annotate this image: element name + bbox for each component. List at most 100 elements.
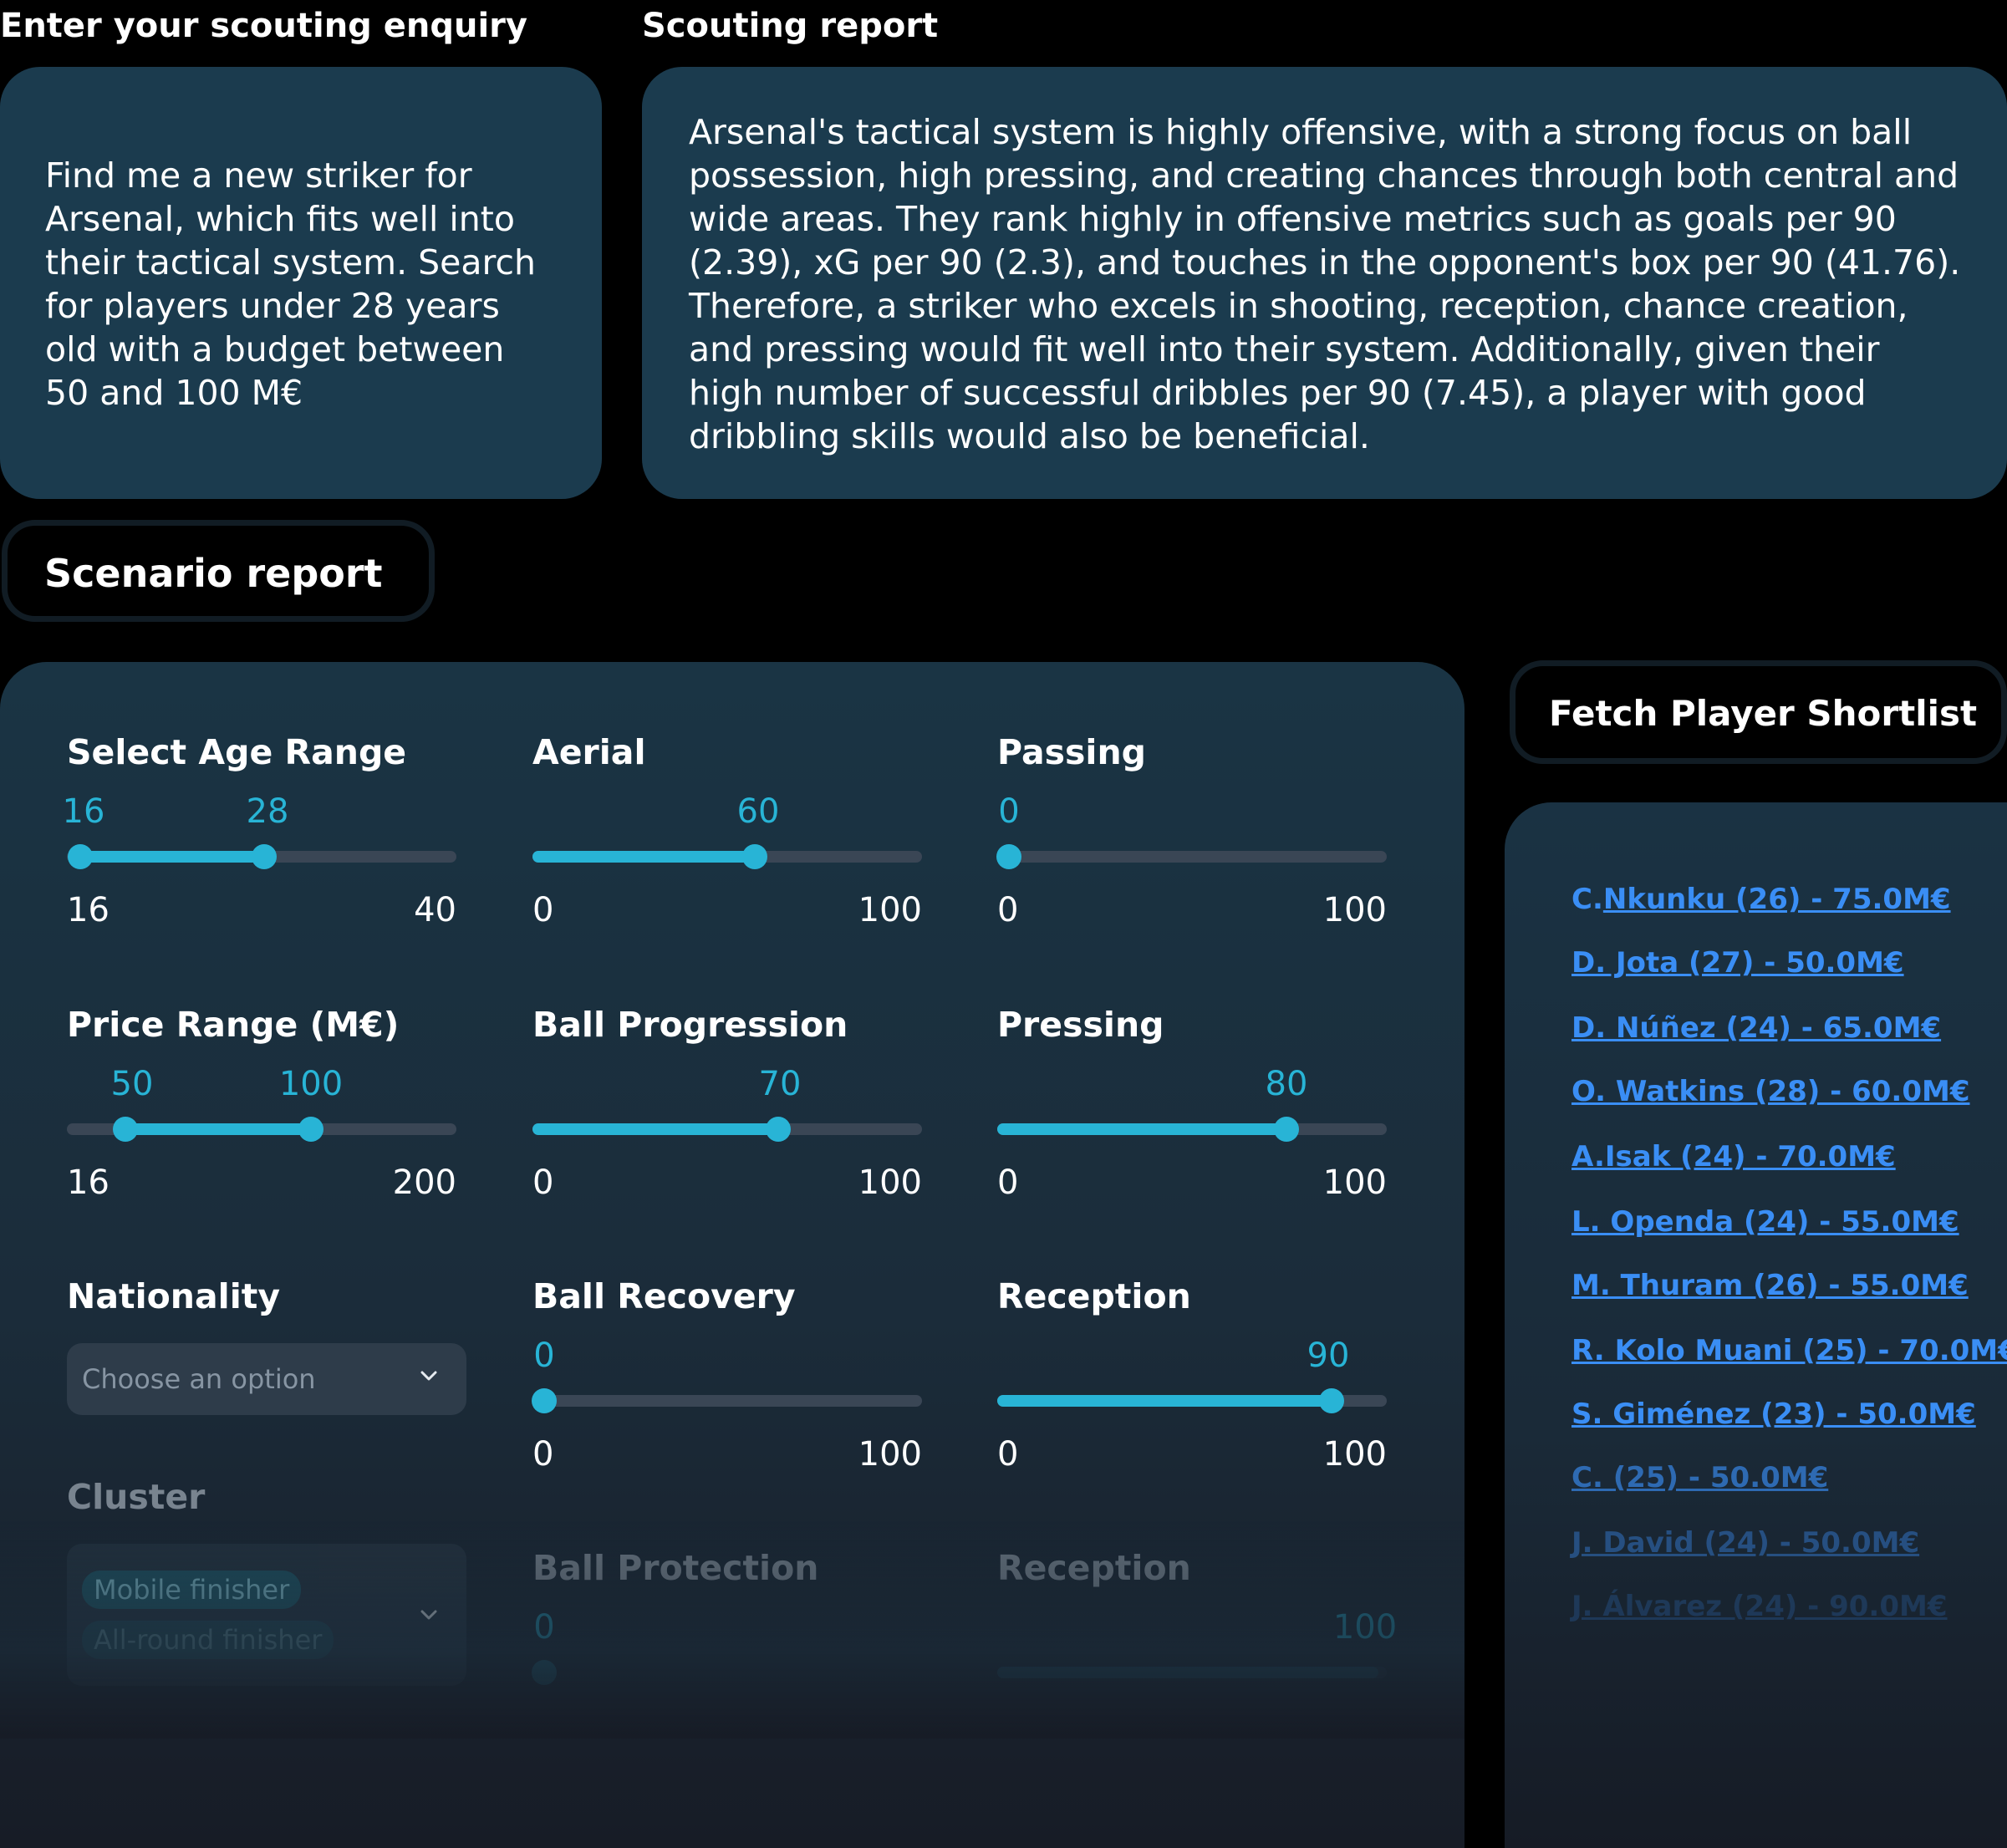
reception-secondary-title: Reception bbox=[997, 1548, 1191, 1588]
pressing-title: Pressing bbox=[997, 1005, 1164, 1045]
nationality-title: Nationality bbox=[67, 1276, 281, 1316]
pressing-handle[interactable] bbox=[1274, 1117, 1299, 1142]
price-max-label: 200 bbox=[392, 1163, 456, 1202]
passing-min-label: 0 bbox=[997, 891, 1019, 929]
age-low-value: 16 bbox=[62, 792, 105, 831]
shortlist-item-link[interactable]: Nkunku (26) - 75.0M€ bbox=[1603, 883, 1951, 916]
shortlist-item[interactable]: C. (25) - 50.0M€ bbox=[1571, 1461, 1828, 1494]
enquiry-text: Find me a new striker for Arsenal, which… bbox=[45, 155, 537, 413]
aerial-title: Aerial bbox=[532, 732, 646, 772]
age-high-value: 28 bbox=[246, 792, 289, 831]
ball-protection-handle[interactable] bbox=[532, 1660, 557, 1685]
ball-protection-value: 0 bbox=[533, 1608, 555, 1647]
age-track[interactable] bbox=[67, 844, 456, 869]
aerial-min-label: 0 bbox=[532, 891, 554, 929]
ball-progression-track[interactable] bbox=[532, 1117, 922, 1142]
ball-progression-value: 70 bbox=[758, 1065, 802, 1103]
cluster-title: Cluster bbox=[67, 1477, 206, 1517]
price-high-handle[interactable] bbox=[298, 1117, 323, 1142]
cluster-chip[interactable]: All-round finisher bbox=[82, 1621, 334, 1659]
age-max-label: 40 bbox=[414, 891, 456, 929]
price-low-value: 50 bbox=[110, 1065, 154, 1103]
price-low-handle[interactable] bbox=[113, 1117, 138, 1142]
pressing-min-label: 0 bbox=[997, 1163, 1019, 1202]
ball-recovery-value: 0 bbox=[533, 1336, 555, 1375]
shortlist-item[interactable]: J. David (24) - 50.0M€ bbox=[1571, 1526, 1919, 1560]
ball-recovery-title: Ball Recovery bbox=[532, 1276, 796, 1316]
passing-title: Passing bbox=[997, 732, 1147, 772]
scenario-report-label: Scenario report bbox=[44, 551, 383, 596]
report-label: Scouting report bbox=[642, 7, 939, 45]
age-min-label: 16 bbox=[67, 891, 110, 929]
filter-panel: Select Age Range 16 28 16 40 Price Range… bbox=[0, 662, 1464, 1848]
age-range-title: Select Age Range bbox=[67, 732, 407, 772]
ball-progression-max-label: 100 bbox=[858, 1163, 922, 1202]
cluster-select[interactable]: Mobile finisher All-round finisher bbox=[67, 1544, 466, 1686]
reception-track[interactable] bbox=[997, 1388, 1387, 1413]
fetch-shortlist-label: Fetch Player Shortlist bbox=[1549, 693, 1978, 734]
chevron-down-icon bbox=[420, 1610, 437, 1620]
passing-value: 0 bbox=[998, 792, 1020, 831]
pressing-track[interactable] bbox=[997, 1117, 1387, 1142]
reception-value: 90 bbox=[1307, 1336, 1350, 1375]
shortlist-item[interactable]: L. Openda (24) - 55.0M€ bbox=[1571, 1205, 1959, 1239]
aerial-fill bbox=[532, 851, 755, 863]
ball-progression-fill bbox=[532, 1123, 778, 1135]
ball-recovery-max-label: 100 bbox=[858, 1435, 922, 1474]
reception-min-label: 0 bbox=[997, 1435, 1019, 1474]
shortlist-item-prefix: C. bbox=[1571, 883, 1603, 916]
cluster-chip[interactable]: Mobile finisher bbox=[82, 1571, 302, 1609]
price-high-value: 100 bbox=[278, 1065, 344, 1103]
shortlist-item[interactable]: A.Isak (24) - 70.0M€ bbox=[1571, 1140, 1896, 1173]
aerial-handle[interactable] bbox=[742, 844, 767, 869]
passing-track[interactable] bbox=[996, 844, 1387, 869]
age-fill bbox=[79, 851, 262, 863]
aerial-value: 60 bbox=[736, 792, 780, 831]
reception-secondary-fill bbox=[997, 1667, 1378, 1678]
aerial-max-label: 100 bbox=[858, 891, 922, 929]
enquiry-text-area[interactable]: Find me a new striker for Arsenal, which… bbox=[0, 67, 602, 499]
reception-title: Reception bbox=[997, 1276, 1191, 1316]
shortlist-item[interactable]: D. Jota (27) - 50.0M€ bbox=[1571, 946, 1904, 980]
ball-progression-handle[interactable] bbox=[766, 1117, 791, 1142]
shortlist-item[interactable]: S. Giménez (23) - 50.0M€ bbox=[1571, 1397, 1976, 1431]
ball-progression-title: Ball Progression bbox=[532, 1005, 848, 1045]
passing-max-label: 100 bbox=[1322, 891, 1387, 929]
shortlist-item[interactable]: J. Álvarez (24) - 90.0M€ bbox=[1571, 1590, 1948, 1623]
reception-handle[interactable] bbox=[1319, 1388, 1344, 1413]
reception-max-label: 100 bbox=[1322, 1435, 1387, 1474]
shortlist-item[interactable]: O. Watkins (28) - 60.0M€ bbox=[1571, 1075, 1970, 1108]
ball-recovery-handle[interactable] bbox=[532, 1388, 557, 1413]
price-fill bbox=[125, 1123, 311, 1135]
shortlist-item[interactable]: R. Kolo Muani (25) - 70.0M€ bbox=[1571, 1334, 2007, 1367]
enquiry-label: Enter your scouting enquiry bbox=[0, 7, 527, 45]
ball-progression-min-label: 0 bbox=[532, 1163, 554, 1202]
ball-recovery-min-label: 0 bbox=[532, 1435, 554, 1474]
price-range-title: Price Range (M€) bbox=[67, 1005, 400, 1045]
reception-secondary-value: 100 bbox=[1332, 1608, 1398, 1647]
shortlist-item[interactable]: D. Núñez (24) - 65.0M€ bbox=[1571, 1011, 1941, 1045]
scenario-report-button[interactable]: Scenario report bbox=[2, 520, 435, 622]
aerial-track[interactable] bbox=[532, 844, 922, 869]
age-low-handle[interactable] bbox=[68, 844, 93, 869]
age-high-handle[interactable] bbox=[252, 844, 277, 869]
fetch-shortlist-button[interactable]: Fetch Player Shortlist bbox=[1510, 660, 2007, 764]
pressing-value: 80 bbox=[1265, 1065, 1308, 1103]
scouting-report: Arsenal's tactical system is highly offe… bbox=[642, 67, 2007, 499]
report-text: Arsenal's tactical system is highly offe… bbox=[689, 112, 1961, 456]
shortlist-item[interactable]: C. Nkunku (26) - 75.0M€ bbox=[1571, 883, 1951, 916]
reception-secondary-track[interactable] bbox=[997, 1667, 1387, 1678]
nationality-select[interactable]: Choose an option bbox=[67, 1343, 466, 1415]
ball-protection-track[interactable] bbox=[532, 1660, 922, 1685]
passing-handle[interactable] bbox=[996, 844, 1021, 869]
price-track[interactable] bbox=[67, 1117, 456, 1142]
shortlist-item[interactable]: M. Thuram (26) - 55.0M€ bbox=[1571, 1269, 1969, 1302]
ball-recovery-track[interactable] bbox=[532, 1388, 922, 1413]
player-shortlist: C. Nkunku (26) - 75.0M€ D. Jota (27) - 5… bbox=[1505, 802, 2007, 1848]
pressing-fill bbox=[997, 1123, 1286, 1135]
chevron-down-icon bbox=[420, 1371, 437, 1381]
ball-protection-title: Ball Protection bbox=[532, 1548, 819, 1588]
reception-fill bbox=[997, 1395, 1332, 1407]
price-min-label: 16 bbox=[67, 1163, 110, 1202]
nationality-placeholder: Choose an option bbox=[82, 1363, 316, 1395]
